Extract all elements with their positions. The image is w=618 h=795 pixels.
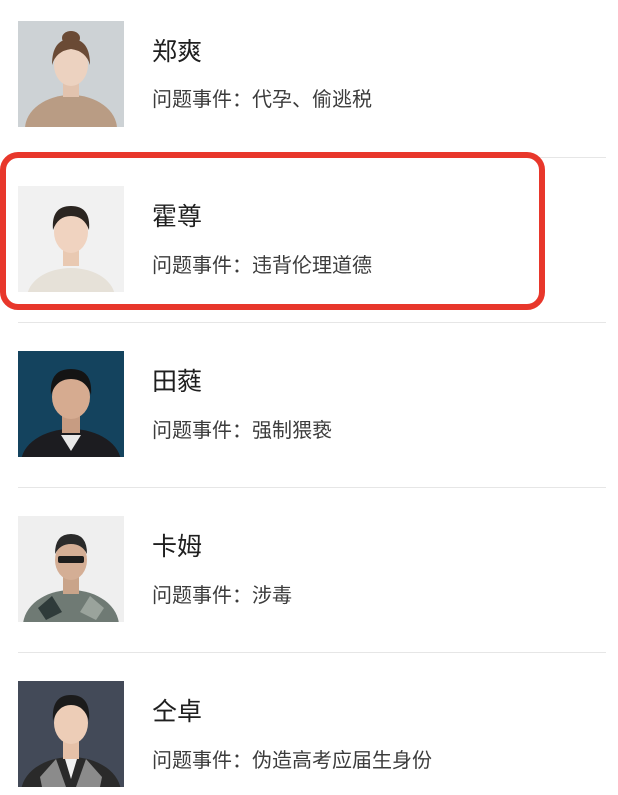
list-item[interactable]: 仝卓 问题事件：伪造高考应届生身份 [0,660,618,795]
list-item[interactable]: 卡姆 问题事件：涉毒 [0,495,618,660]
issue-text: 问题事件：强制猥亵 [152,418,332,442]
celebrity-issue-list-page: 郑爽 问题事件：代孕、偷逃税 霍尊 问题事件：违背伦理道德 田蕤 问题事件：强制… [0,0,618,795]
list-item[interactable]: 郑爽 问题事件：代孕、偷逃税 [0,0,618,165]
person-name: 郑爽 [152,37,203,66]
divider [18,487,606,488]
portrait-woman-image [18,21,124,127]
avatar [18,516,124,622]
issue-text: 问题事件：伪造高考应届生身份 [152,748,432,772]
avatar [18,681,124,787]
person-name: 卡姆 [152,532,203,561]
avatar [18,351,124,457]
portrait-man-image [18,351,124,457]
portrait-man-image [18,516,124,622]
person-name: 田蕤 [152,367,203,396]
portrait-man-image [18,681,124,787]
avatar [18,21,124,127]
highlight-box [0,152,545,310]
list-item[interactable]: 田蕤 问题事件：强制猥亵 [0,330,618,495]
divider [18,322,606,323]
issue-text: 问题事件：涉毒 [152,583,292,607]
person-name: 仝卓 [152,697,203,726]
issue-text: 问题事件：代孕、偷逃税 [152,87,372,111]
divider [18,652,606,653]
